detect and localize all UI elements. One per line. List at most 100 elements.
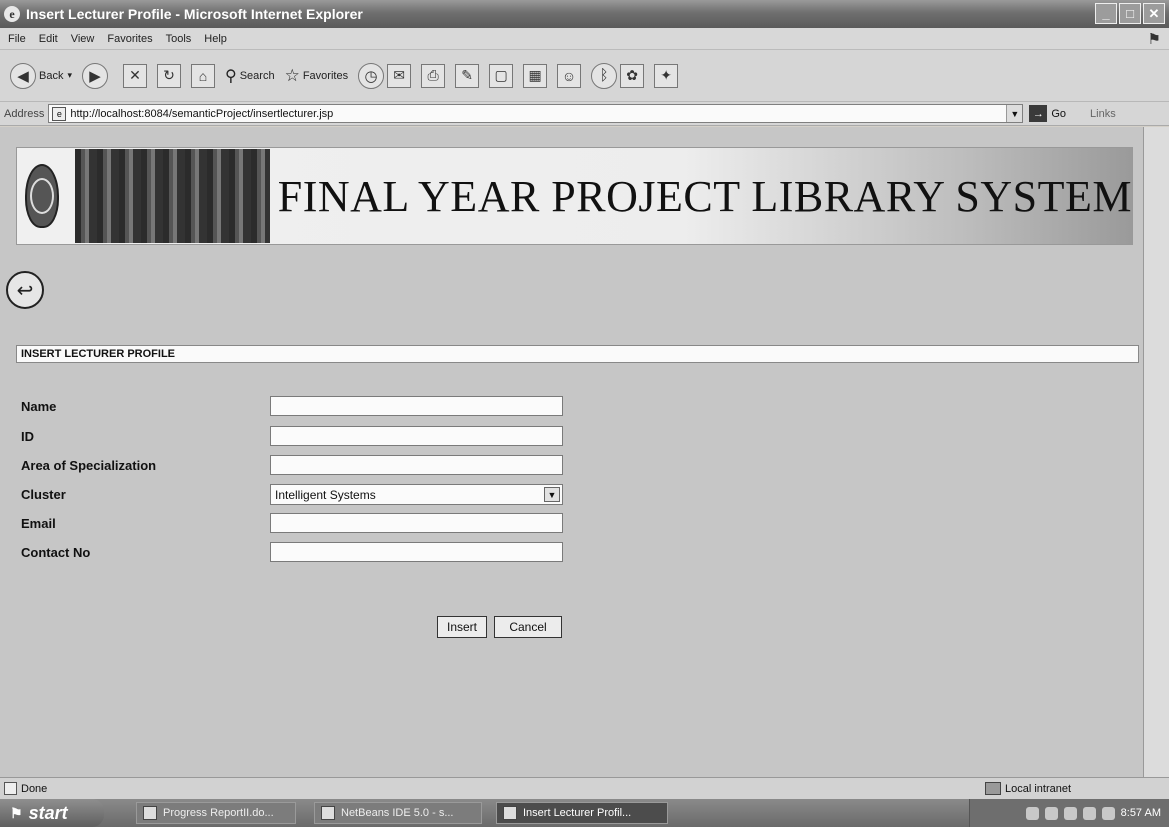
page-icon: e — [52, 106, 67, 121]
internet-explorer-icon: e — [4, 6, 20, 22]
menu-file[interactable]: File — [8, 33, 26, 45]
close-button[interactable]: ✕ — [1143, 3, 1165, 24]
start-button[interactable]: ⚑ start — [0, 799, 104, 827]
email-label: Email — [21, 516, 56, 531]
windows-logo-icon: ⚑ — [10, 804, 23, 821]
system-tray: 8:57 AM — [969, 799, 1169, 827]
site-banner: FINAL YEAR PROJECT LIBRARY SYSTEM — [16, 147, 1133, 245]
back-button[interactable]: ◀ Back ▾ — [10, 62, 72, 89]
area-label: Area of Specialization — [21, 458, 157, 473]
university-logo-icon — [25, 164, 60, 228]
print-icon[interactable]: ⎙ — [421, 63, 446, 88]
stop-icon[interactable]: ✕ — [123, 63, 147, 88]
zone-text: Local intranet — [1005, 782, 1072, 795]
email-input[interactable] — [270, 513, 563, 533]
favorites-label: Favorites — [302, 69, 349, 82]
menu-tools[interactable]: Tools — [166, 33, 192, 45]
site-title: FINAL YEAR PROJECT LIBRARY SYSTEM — [277, 171, 1132, 221]
vertical-scrollbar[interactable] — [1143, 127, 1169, 777]
task-label: NetBeans IDE 5.0 - s... — [341, 807, 454, 819]
form-header: INSERT LECTURER PROFILE — [16, 345, 1139, 363]
edit-icon[interactable]: ✎ — [455, 63, 480, 88]
status-text: Done — [21, 782, 48, 795]
tool-icon[interactable]: ✦ — [654, 63, 679, 88]
home-icon[interactable]: ⌂ — [191, 63, 215, 88]
netbeans-icon — [321, 806, 335, 820]
mail-icon[interactable]: ✉ — [387, 63, 412, 88]
go-button[interactable]: → Go — [1029, 105, 1066, 122]
cluster-label: Cluster — [21, 487, 66, 502]
address-field[interactable]: e http://localhost:8084/semanticProject/… — [48, 104, 1024, 123]
chevron-down-icon[interactable]: ▼ — [544, 487, 560, 502]
links-label[interactable]: Links — [1090, 108, 1116, 120]
refresh-icon[interactable]: ↻ — [157, 63, 181, 88]
internet-explorer-icon — [503, 806, 517, 820]
menu-edit[interactable]: Edit — [39, 33, 58, 45]
name-input[interactable] — [270, 396, 563, 416]
taskbar: ⚑ start Progress ReportII.do... NetBeans… — [0, 799, 1169, 827]
task-netbeans[interactable]: NetBeans IDE 5.0 - s... — [314, 802, 482, 824]
history-icon[interactable]: ◷ — [358, 62, 385, 89]
windows-flag-icon: ⚑ — [1147, 31, 1161, 48]
address-dropdown-icon[interactable]: ▼ — [1006, 105, 1023, 122]
task-label: Progress ReportII.do... — [163, 807, 274, 819]
name-label: Name — [21, 399, 57, 414]
insert-button[interactable]: Insert — [437, 616, 487, 638]
tray-bluetooth-icon[interactable] — [1082, 806, 1096, 820]
favorites-star-icon: ☆ — [284, 65, 300, 85]
cancel-button[interactable]: Cancel — [494, 616, 562, 638]
page-content: FINAL YEAR PROJECT LIBRARY SYSTEM ↩ INSE… — [0, 127, 1143, 777]
area-input[interactable] — [270, 455, 563, 475]
id-input[interactable] — [270, 426, 563, 446]
tray-volume-icon[interactable] — [1044, 806, 1058, 820]
cluster-select[interactable]: Intelligent Systems ▼ — [270, 484, 563, 505]
word-document-icon — [143, 806, 157, 820]
address-label: Address — [4, 107, 45, 120]
toolbar: ◀ Back ▾ ▶ ✕ ↻ ⌂ ⚲ Search ☆ Favorites ◷ … — [0, 50, 1169, 102]
search-label: Search — [239, 69, 275, 82]
page-status-icon — [4, 782, 17, 795]
discuss-icon[interactable]: ▢ — [489, 63, 514, 88]
security-zone: Local intranet — [985, 782, 1071, 795]
intranet-icon — [985, 782, 1001, 795]
maximize-button[interactable]: □ — [1119, 3, 1141, 24]
forward-button[interactable]: ▶ — [82, 62, 108, 89]
library-photo — [75, 149, 270, 243]
menu-bar: File Edit View Favorites Tools Help ⚑ — [0, 28, 1169, 50]
back-dropdown-icon[interactable]: ▾ — [67, 70, 72, 81]
back-link-icon[interactable]: ↩ — [6, 271, 44, 309]
contact-input[interactable] — [270, 542, 563, 562]
menu-favorites[interactable]: Favorites — [107, 33, 152, 45]
menu-help[interactable]: Help — [204, 33, 227, 45]
bluetooth-icon[interactable]: ᛒ — [591, 62, 618, 89]
back-label: Back — [39, 69, 64, 82]
cluster-value: Intelligent Systems — [275, 487, 376, 502]
window-title: Insert Lecturer Profile - Microsoft Inte… — [26, 6, 363, 22]
tray-security-icon[interactable] — [1063, 806, 1077, 820]
tray-network-icon[interactable] — [1025, 806, 1039, 820]
search-button[interactable]: ⚲ Search — [225, 66, 275, 86]
go-arrow-icon: → — [1029, 105, 1048, 122]
window-controls: _ □ ✕ — [1095, 3, 1165, 24]
task-label: Insert Lecturer Profil... — [523, 807, 632, 819]
menu-view[interactable]: View — [71, 33, 95, 45]
address-url: http://localhost:8084/semanticProject/in… — [70, 107, 334, 120]
search-icon: ⚲ — [225, 67, 237, 85]
browser-window: e Insert Lecturer Profile - Microsoft In… — [0, 0, 1169, 827]
contact-label: Contact No — [21, 545, 91, 560]
favorites-button[interactable]: ☆ Favorites — [285, 66, 349, 86]
start-label: start — [28, 802, 68, 823]
task-progress-report[interactable]: Progress ReportII.do... — [136, 802, 296, 824]
research-icon[interactable]: ▦ — [523, 63, 548, 88]
minimize-button[interactable]: _ — [1095, 3, 1117, 24]
plugin-icon[interactable]: ✿ — [620, 63, 645, 88]
go-label: Go — [1051, 107, 1067, 120]
id-label: ID — [21, 429, 34, 444]
messenger-icon[interactable]: ☺ — [557, 63, 582, 88]
title-bar: e Insert Lecturer Profile - Microsoft In… — [0, 0, 1169, 28]
clock[interactable]: 8:57 AM — [1121, 807, 1161, 819]
tray-messenger-icon[interactable] — [1101, 806, 1115, 820]
status-bar: Done Local intranet — [0, 777, 1169, 799]
back-arrow-icon: ◀ — [10, 62, 36, 89]
task-insert-lecturer[interactable]: Insert Lecturer Profil... — [496, 802, 668, 824]
